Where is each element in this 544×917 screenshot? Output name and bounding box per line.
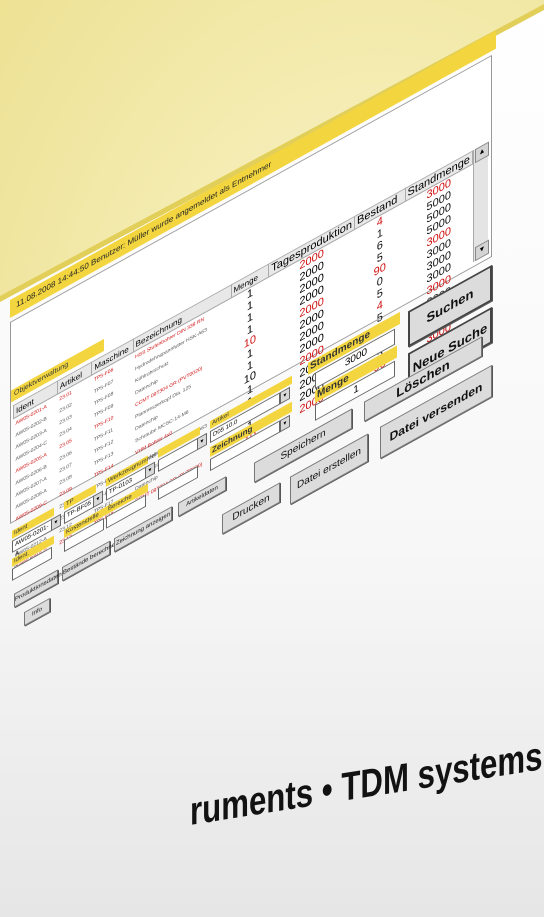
table-scrollbar[interactable]: ▲ ▼ [473,141,489,263]
scroll-up-icon[interactable]: ▲ [475,141,489,164]
scroll-down-icon[interactable]: ▼ [475,239,489,262]
drucken-button[interactable]: Drucken [222,482,280,535]
info-button[interactable]: Info [24,597,50,627]
